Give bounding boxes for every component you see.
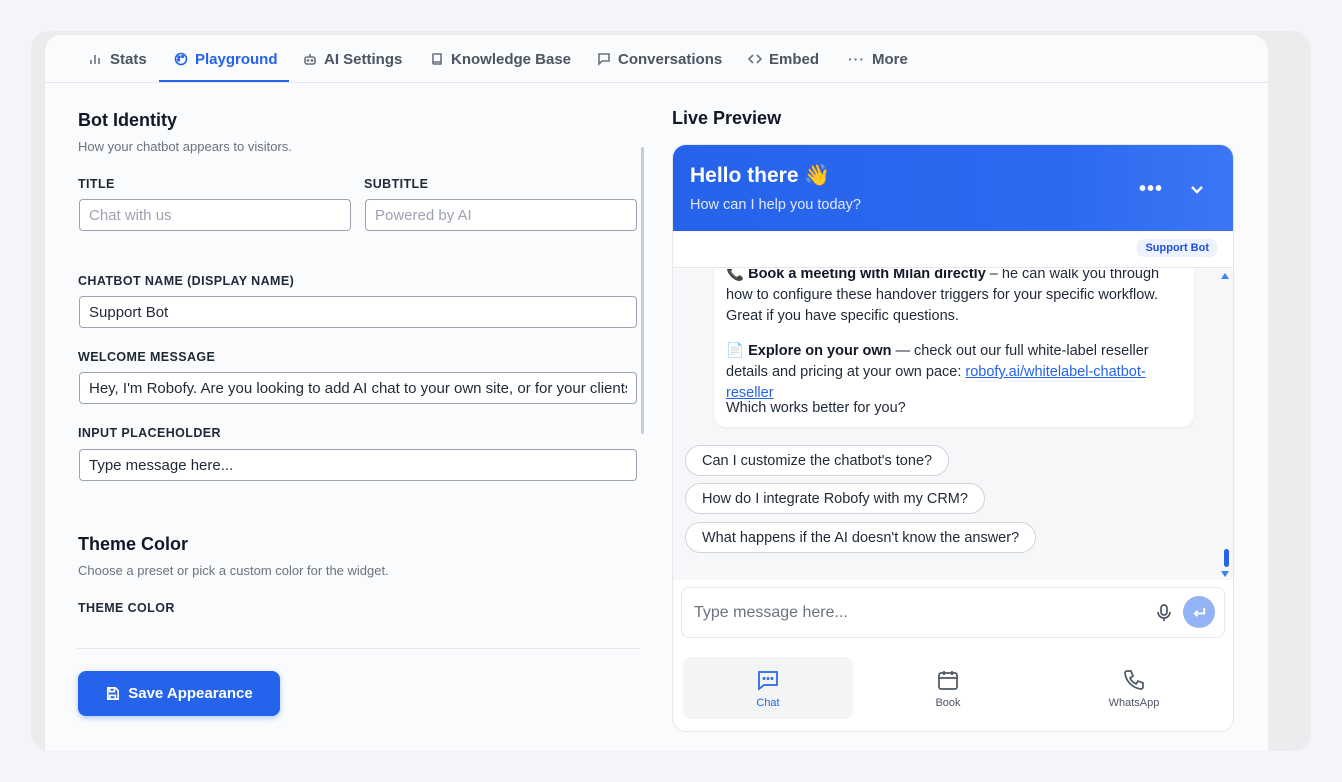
document-emoji-icon: 📄 <box>726 343 745 359</box>
title-label: TITLE <box>78 177 115 191</box>
chat-message-input[interactable] <box>694 600 1134 626</box>
bot-icon <box>304 54 316 65</box>
widget-header: Hello there 👋 How can I help you today? … <box>673 145 1233 231</box>
chat-scrollbar-thumb[interactable] <box>1224 549 1229 567</box>
code-icon <box>748 54 762 64</box>
input-placeholder-label: INPUT PLACEHOLDER <box>78 426 221 440</box>
tab-ai-settings[interactable]: AI Settings <box>303 35 402 83</box>
tab-playground[interactable]: Playground <box>174 35 278 83</box>
title-input[interactable] <box>79 199 351 231</box>
chat-messages: 📞 Book a meeting with Milan directly – h… <box>673 269 1233 580</box>
widget-bot-bar: Support Bot <box>673 231 1233 268</box>
calendar-icon <box>938 670 958 690</box>
form-scrollbar[interactable] <box>641 147 644 434</box>
tab-conversations[interactable]: Conversations <box>597 35 722 83</box>
active-tab-indicator <box>159 80 289 82</box>
chat-icon <box>758 670 778 691</box>
theme-color-heading: Theme Color <box>78 534 189 554</box>
bot-message-bubble: 📞 Book a meeting with Milan directly – h… <box>714 269 1194 427</box>
subtitle-label: SUBTITLE <box>364 177 429 191</box>
welcome-message-label: WELCOME MESSAGE <box>78 350 216 364</box>
theme-color-label: THEME COLOR <box>78 601 175 615</box>
suggestion-chip[interactable]: How do I integrate Robofy with my CRM? <box>685 483 985 514</box>
theme-color-description: Choose a preset or pick a custom color f… <box>78 563 389 578</box>
chatbot-name-input[interactable] <box>79 296 637 328</box>
save-appearance-button[interactable]: Save Appearance <box>78 671 280 716</box>
settings-card: Stats Playground AI Settings Knowledge B… <box>45 35 1268 751</box>
phone-emoji-icon: 📞 <box>726 269 745 282</box>
more-options-icon[interactable]: ••• <box>1139 178 1163 201</box>
tab-more[interactable]: ··· More <box>848 35 908 83</box>
form-divider <box>77 648 640 649</box>
scroll-up-arrow[interactable] <box>1221 273 1229 279</box>
suggestion-chip[interactable]: Can I customize the chatbot's tone? <box>685 445 950 476</box>
send-icon <box>1192 607 1205 617</box>
nav-chat[interactable]: Chat <box>683 657 853 719</box>
send-button[interactable] <box>1183 596 1215 628</box>
welcome-message-input[interactable] <box>79 372 637 404</box>
chat-widget-preview: Hello there 👋 How can I help you today? … <box>672 144 1234 732</box>
tab-bar: Stats Playground AI Settings Knowledge B… <box>45 35 1268 83</box>
bot-identity-heading: Bot Identity <box>78 110 177 130</box>
nav-whatsapp[interactable]: WhatsApp <box>1049 657 1219 719</box>
microphone-icon[interactable] <box>1156 604 1172 622</box>
chevron-down-icon[interactable] <box>1189 181 1205 197</box>
tab-stats[interactable]: Stats <box>89 35 147 83</box>
scroll-down-arrow[interactable] <box>1221 571 1229 577</box>
palette-icon <box>174 52 188 66</box>
book-icon <box>432 53 442 65</box>
widget-subtitle: How can I help you today? <box>690 197 861 213</box>
widget-title: Hello there 👋 <box>690 164 831 187</box>
phone-icon <box>1124 669 1144 690</box>
nav-book[interactable]: Book <box>863 657 1033 719</box>
bar-chart-icon <box>90 55 100 64</box>
bot-name-badge: Support Bot <box>1137 239 1217 257</box>
bot-identity-description: How your chatbot appears to visitors. <box>78 139 292 154</box>
chatbot-name-label: CHATBOT NAME (DISPLAY NAME) <box>78 274 295 288</box>
input-placeholder-input[interactable] <box>79 449 637 481</box>
message-line-question: Which works better for you? <box>726 400 906 416</box>
suggestion-chip[interactable]: What happens if the AI doesn't know the … <box>685 522 1037 553</box>
message-line-book: 📞 Book a meeting with Milan directly – h… <box>726 269 1186 327</box>
chat-input-box <box>681 587 1225 638</box>
subtitle-input[interactable] <box>365 199 637 231</box>
live-preview-heading: Live Preview <box>672 108 782 128</box>
tab-knowledge-base[interactable]: Knowledge Base <box>430 35 571 83</box>
message-line-explore: 📄 Explore on your own — check out our fu… <box>726 343 1149 401</box>
message-icon <box>598 53 610 66</box>
save-icon <box>107 687 120 700</box>
more-icon: ··· <box>848 51 865 67</box>
tab-embed[interactable]: Embed <box>748 35 819 83</box>
